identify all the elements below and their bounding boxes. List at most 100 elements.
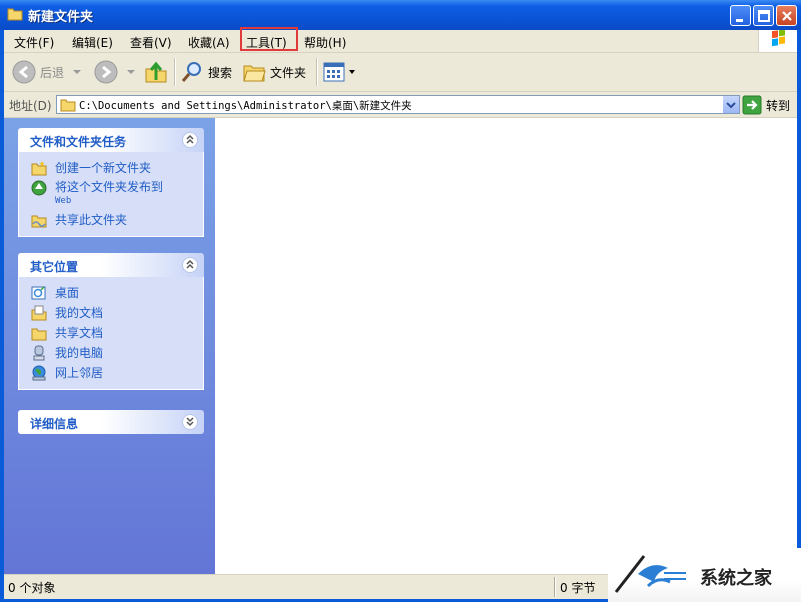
file-list-area[interactable] bbox=[215, 118, 797, 574]
place-my-computer[interactable]: 我的电脑 bbox=[19, 343, 203, 363]
task-new-folder[interactable]: 创建一个新文件夹 bbox=[19, 158, 203, 178]
menu-favorites[interactable]: 收藏(A) bbox=[188, 34, 230, 51]
folders-label: 文件夹 bbox=[270, 65, 307, 80]
address-label: 地址(D) bbox=[9, 99, 52, 113]
collapse-button[interactable] bbox=[182, 132, 198, 148]
other-places-panel: 其它位置 桌面 我的文档 共享文档 我的电脑 网上邻居 bbox=[18, 253, 204, 390]
views-icon bbox=[323, 62, 345, 82]
file-folder-tasks-header[interactable]: 文件和文件夹任务 bbox=[18, 128, 204, 152]
chevron-up-icon bbox=[186, 134, 194, 144]
go-arrow-icon bbox=[742, 95, 762, 115]
folder-icon bbox=[7, 8, 23, 21]
place-desktop-label: 桌面 bbox=[55, 286, 80, 300]
search-label: 搜索 bbox=[208, 65, 233, 80]
toolbar: 后退 搜索 文件夹 bbox=[4, 53, 797, 92]
my-documents-icon bbox=[31, 305, 47, 321]
place-my-computer-label: 我的电脑 bbox=[55, 346, 104, 360]
maximize-icon bbox=[758, 10, 770, 22]
views-button[interactable] bbox=[322, 60, 356, 84]
file-folder-tasks-body: 创建一个新文件夹 将这个文件夹发布到 Web 共享此文件夹 bbox=[18, 152, 204, 237]
details-panel: 详细信息 bbox=[18, 410, 204, 434]
expand-button[interactable] bbox=[182, 414, 198, 430]
place-my-documents-label: 我的文档 bbox=[55, 306, 104, 320]
address-bar: 地址(D) C:\Documents and Settings\Administ… bbox=[4, 92, 797, 118]
back-dropdown-icon bbox=[73, 70, 82, 74]
place-network-label: 网上邻居 bbox=[55, 366, 104, 380]
details-header[interactable]: 详细信息 bbox=[18, 410, 204, 434]
publish-web-icon bbox=[31, 180, 47, 196]
other-places-title: 其它位置 bbox=[30, 260, 79, 274]
chevron-down-icon bbox=[186, 417, 194, 427]
status-size: 0 字节 bbox=[560, 581, 596, 595]
other-places-header[interactable]: 其它位置 bbox=[18, 253, 204, 277]
place-shared-documents[interactable]: 共享文档 bbox=[19, 323, 203, 343]
task-publish-web[interactable]: 将这个文件夹发布到 Web bbox=[19, 178, 203, 210]
menu-edit[interactable]: 编辑(E) bbox=[72, 34, 113, 51]
views-dropdown-icon bbox=[349, 70, 355, 74]
address-path: C:\Documents and Settings\Administrator\… bbox=[79, 100, 412, 112]
task-share-folder-label: 共享此文件夹 bbox=[55, 213, 128, 227]
up-folder-icon bbox=[145, 61, 167, 83]
explorer-window: 新建文件夹 文件(F) 编辑(E) 查看(V) 收藏(A) 工具(T) 帮助(H… bbox=[0, 0, 801, 602]
other-places-body: 桌面 我的文档 共享文档 我的电脑 网上邻居 bbox=[18, 277, 204, 390]
search-icon bbox=[181, 62, 201, 82]
address-input[interactable]: C:\Documents and Settings\Administrator\… bbox=[56, 95, 740, 114]
toolbar-separator bbox=[174, 58, 176, 86]
place-network[interactable]: 网上邻居 bbox=[19, 363, 203, 383]
desktop-icon bbox=[31, 286, 46, 300]
place-desktop[interactable]: 桌面 bbox=[19, 283, 203, 303]
watermark: 系统之家 bbox=[608, 548, 801, 602]
menu-view[interactable]: 查看(V) bbox=[130, 34, 172, 51]
forward-button[interactable] bbox=[94, 60, 136, 84]
status-divider bbox=[554, 577, 556, 597]
back-label: 后退 bbox=[40, 65, 65, 80]
collapse-button[interactable] bbox=[182, 257, 198, 273]
window-title: 新建文件夹 bbox=[28, 10, 94, 25]
network-places-icon bbox=[32, 365, 46, 381]
menu-bar: 文件(F) 编辑(E) 查看(V) 收藏(A) 工具(T) 帮助(H) bbox=[4, 27, 797, 53]
chevron-up-icon bbox=[186, 259, 194, 269]
new-folder-icon bbox=[31, 161, 47, 176]
task-publish-web-label: 将这个文件夹发布到 bbox=[55, 180, 164, 194]
my-computer-icon bbox=[33, 345, 45, 361]
file-folder-tasks-panel: 文件和文件夹任务 创建一个新文件夹 将这个文件夹发布到 Web 共享此文件夹 bbox=[18, 128, 204, 237]
folders-button[interactable]: 文件夹 bbox=[242, 60, 306, 84]
task-share-folder[interactable]: 共享此文件夹 bbox=[19, 210, 203, 230]
forward-arrow-icon bbox=[94, 60, 118, 84]
address-dropdown-button[interactable] bbox=[722, 96, 739, 113]
go-label: 转到 bbox=[766, 98, 791, 113]
windows-logo bbox=[758, 28, 797, 52]
toolbar-separator bbox=[316, 58, 318, 86]
file-folder-tasks-title: 文件和文件夹任务 bbox=[30, 135, 127, 149]
folders-icon bbox=[243, 65, 266, 82]
status-object-count: 0 个对象 bbox=[8, 581, 56, 595]
close-icon bbox=[782, 11, 792, 21]
details-title: 详细信息 bbox=[30, 417, 79, 431]
share-folder-icon bbox=[31, 215, 47, 228]
close-button[interactable] bbox=[776, 5, 797, 26]
minimize-button[interactable] bbox=[730, 5, 751, 26]
windows-flag-icon bbox=[772, 28, 785, 47]
go-button[interactable]: 转到 bbox=[742, 95, 790, 115]
place-shared-documents-label: 共享文档 bbox=[55, 326, 104, 340]
search-button[interactable]: 搜索 bbox=[180, 60, 232, 84]
task-pane: 文件和文件夹任务 创建一个新文件夹 将这个文件夹发布到 Web 共享此文件夹 其… bbox=[4, 118, 215, 574]
task-publish-web-sub: Web bbox=[55, 196, 72, 206]
watermark-text: 系统之家 bbox=[700, 568, 772, 589]
chevron-down-icon bbox=[726, 102, 736, 109]
folder-icon bbox=[60, 99, 76, 112]
menu-tools-highlight bbox=[240, 27, 298, 51]
back-arrow-icon bbox=[12, 60, 36, 84]
menu-help[interactable]: 帮助(H) bbox=[304, 34, 346, 51]
minimize-icon bbox=[736, 19, 743, 22]
up-folder-button[interactable] bbox=[144, 60, 168, 84]
forward-dropdown-icon bbox=[127, 70, 135, 74]
back-button[interactable]: 后退 bbox=[12, 60, 82, 84]
maximize-button[interactable] bbox=[753, 5, 774, 26]
task-new-folder-label: 创建一个新文件夹 bbox=[55, 161, 152, 175]
watermark-logo bbox=[614, 555, 686, 593]
menu-file[interactable]: 文件(F) bbox=[14, 34, 54, 51]
shared-documents-icon bbox=[31, 328, 47, 341]
place-my-documents[interactable]: 我的文档 bbox=[19, 303, 203, 323]
title-bar[interactable]: 新建文件夹 bbox=[0, 0, 801, 30]
